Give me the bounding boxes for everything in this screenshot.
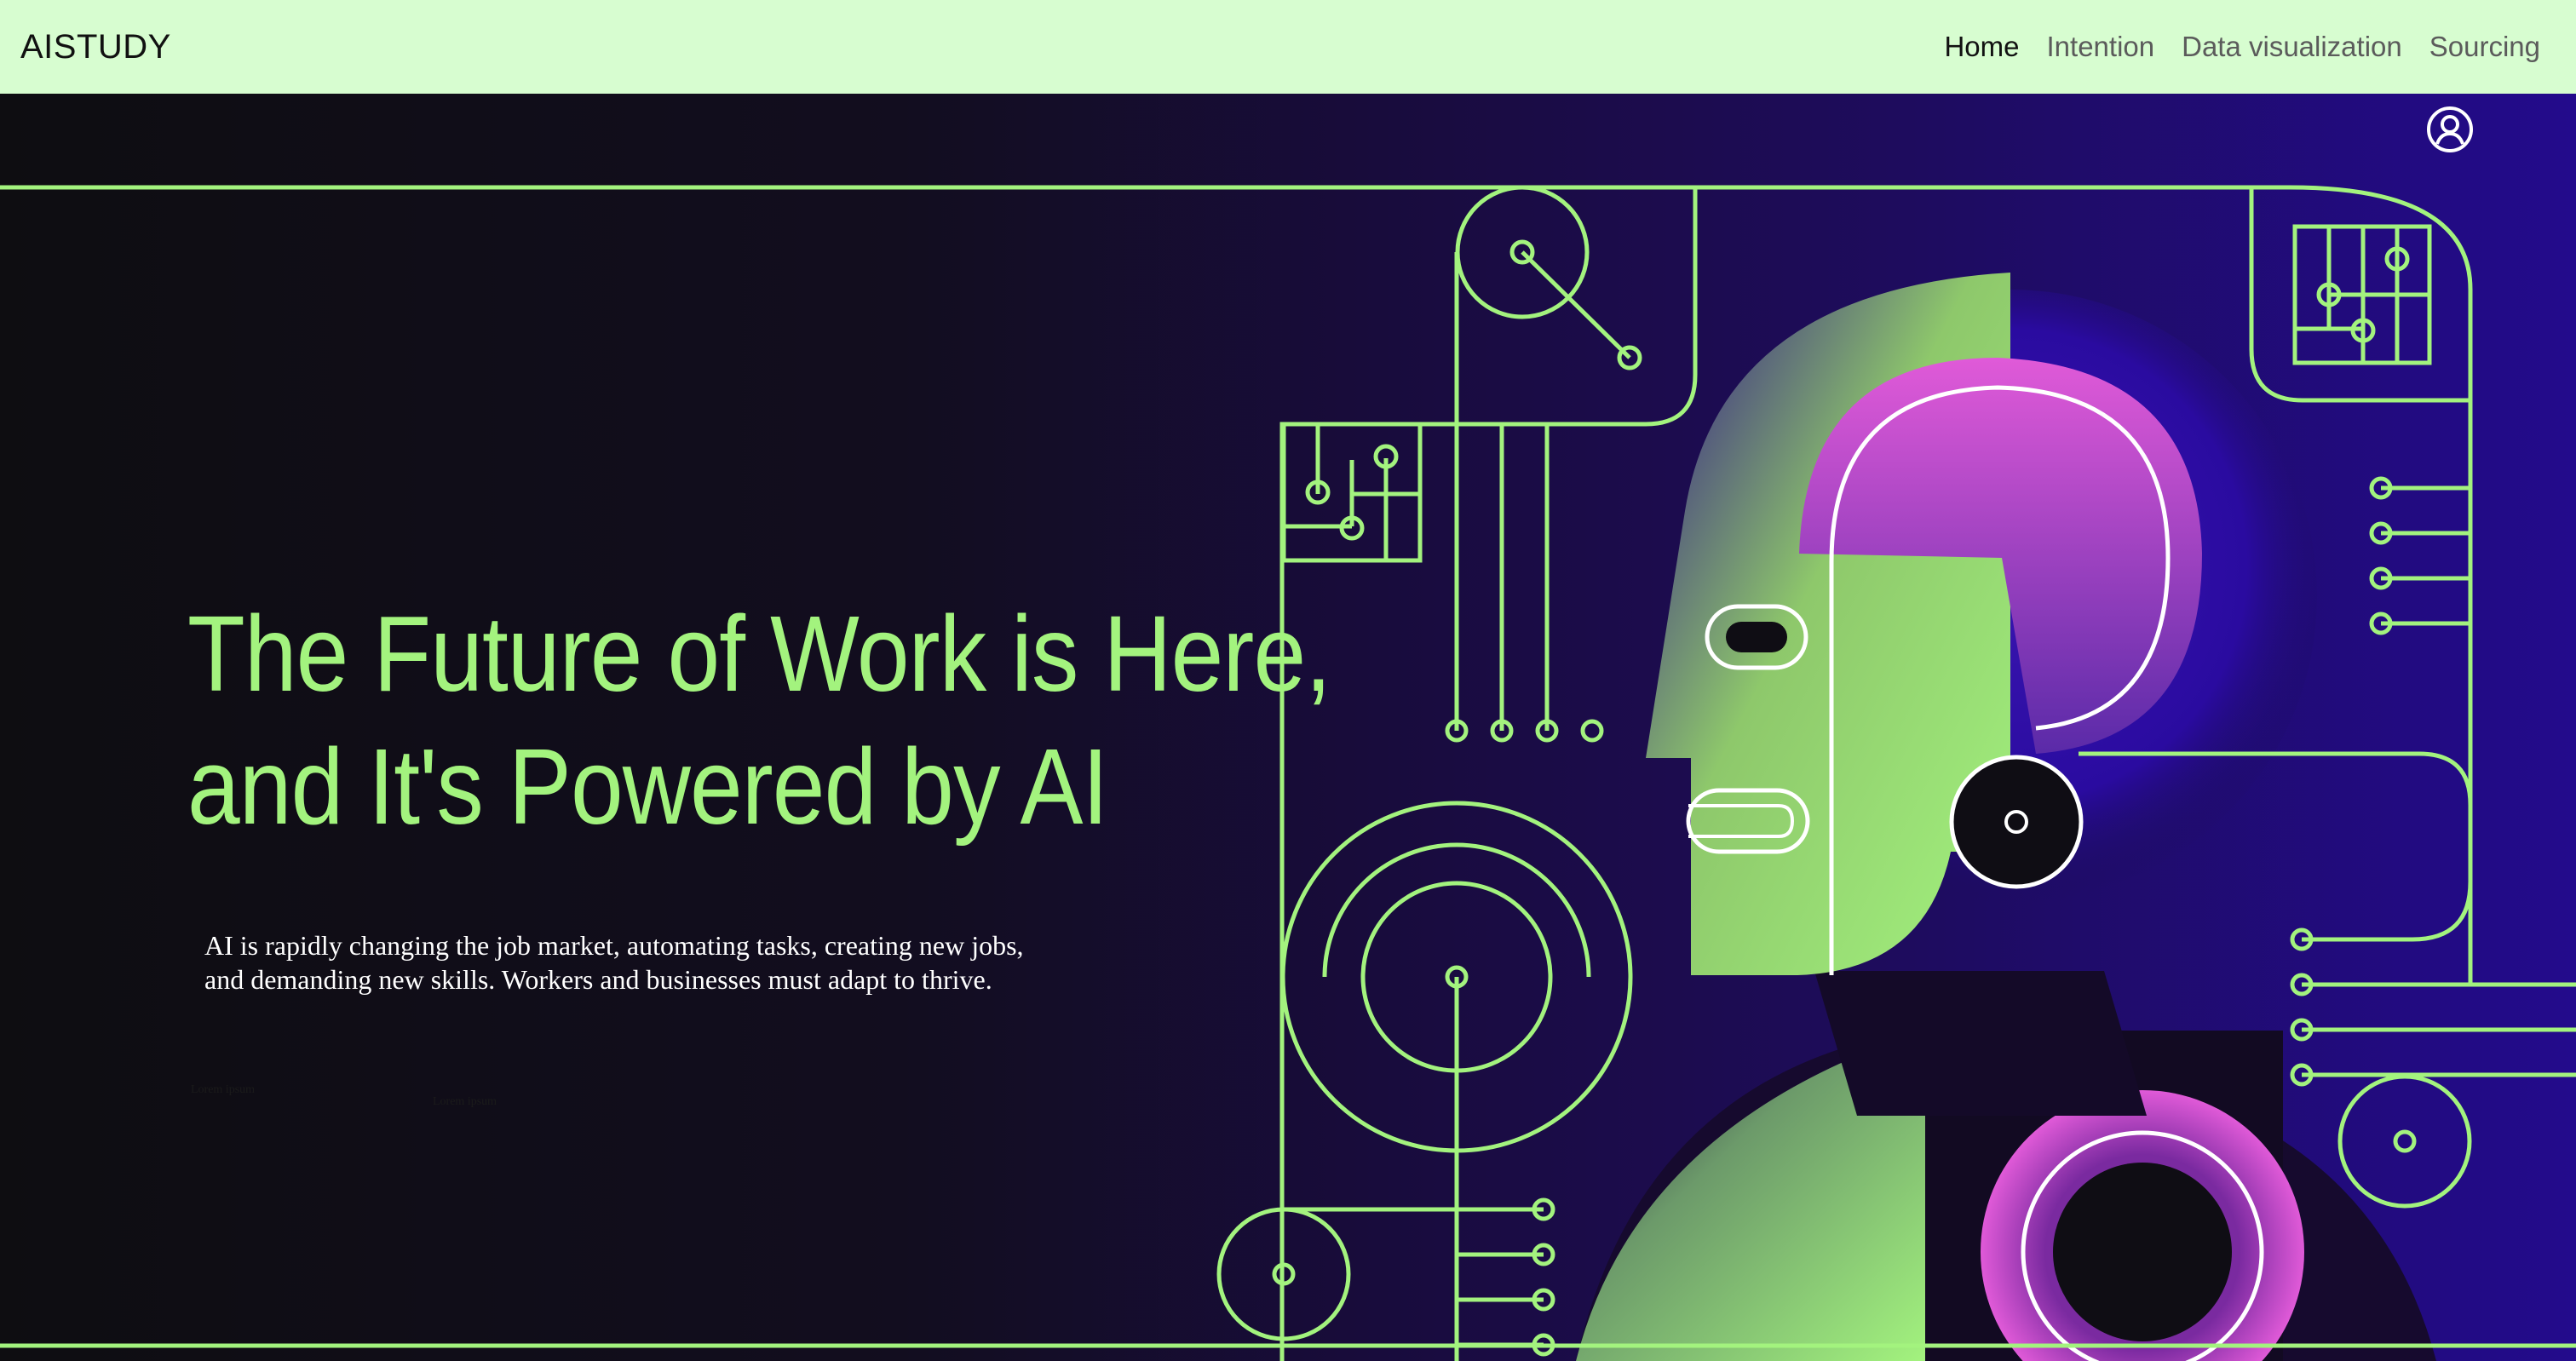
placeholder-label: Lorem ipsum [433, 1095, 497, 1108]
headline-line-2: and It's Powered by AI [187, 726, 1108, 847]
hero-description: AI is rapidly changing the job market, a… [204, 928, 1107, 996]
hero-section: The Future of Work is Here, and It's Pow… [0, 94, 2576, 1361]
top-navbar: AISTUDY Home Intention Data visualizatio… [0, 0, 2576, 94]
nav-links: Home Intention Data visualization Sourci… [1944, 31, 2540, 63]
placeholder-label: Lorem ipsum [191, 1083, 256, 1096]
hero-headline: The Future of Work is Here, and It's Pow… [187, 588, 1331, 853]
description-line-2: and demanding new skills. Workers and bu… [204, 964, 992, 995]
nav-link-data-visualization[interactable]: Data visualization [2182, 31, 2402, 63]
description-line-1: AI is rapidly changing the job market, a… [204, 930, 1024, 961]
nav-link-sourcing[interactable]: Sourcing [2429, 31, 2540, 63]
headline-line-1: The Future of Work is Here, [187, 594, 1331, 714]
nav-link-intention[interactable]: Intention [2047, 31, 2155, 63]
user-account-icon[interactable] [2426, 106, 2474, 153]
nav-link-home[interactable]: Home [1944, 31, 2019, 63]
brand-logo[interactable]: AISTUDY [20, 28, 171, 66]
